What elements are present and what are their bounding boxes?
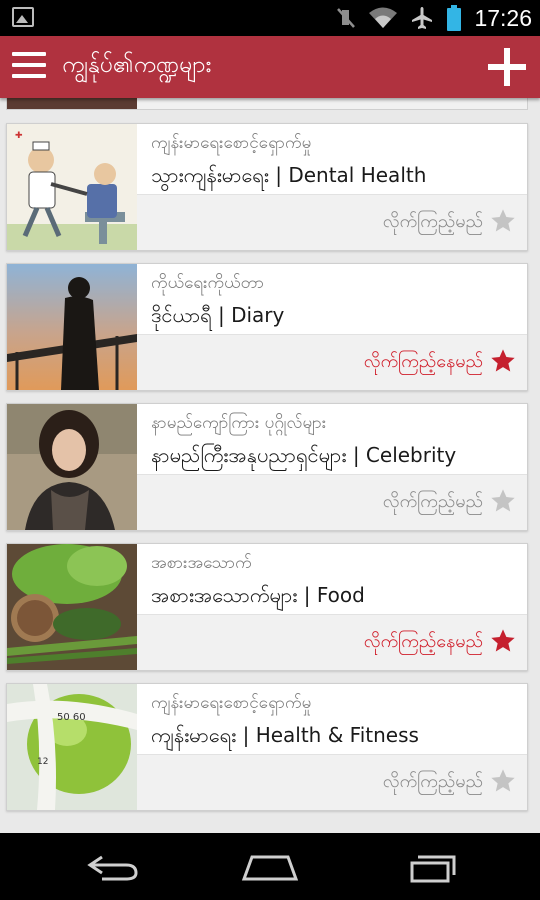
category-label: နာမည်ကျော်ကြား ပုဂ္ဂိုလ်များ: [151, 413, 327, 433]
svg-text:✚: ✚: [15, 131, 23, 141]
following-button[interactable]: လိုက်ကြည့်နေမည်: [364, 349, 483, 376]
silhouette-phone-image: [7, 264, 137, 390]
list-item[interactable]: အစားအသောက် အစားအသောက်များ | Food လိုက်ကြ…: [6, 543, 528, 671]
card-title: ဒိုင်ယာရီ | Diary: [151, 303, 285, 327]
list-item[interactable]: 50 60 12 ကျန်းမာရေးစောင့်ရှောက်မှု ကျန်း…: [6, 683, 528, 811]
card-title: ကျန်းမာရေး | Health & Fitness: [151, 723, 419, 747]
follow-button[interactable]: လိုက်ကြည့်မည်: [383, 769, 483, 796]
airplane-icon: [412, 7, 433, 29]
category-list[interactable]: ✚ ကျန်းမာရေးစောင့်ရှောက်မှု သွားကျန်းမာရ…: [0, 98, 540, 833]
list-item[interactable]: ✚ ကျန်းမာရေးစောင့်ရှောက်မှု သွားကျန်းမာရ…: [6, 123, 528, 251]
card-title: အစားအသောက်များ | Food: [151, 583, 365, 607]
card-footer: လိုက်ကြည့်နေမည်: [137, 334, 527, 390]
hamburger-menu-icon[interactable]: [12, 52, 46, 82]
follow-button[interactable]: လိုက်ကြည့်မည်: [383, 209, 483, 236]
image-icon: [12, 7, 34, 27]
svg-text:12: 12: [37, 757, 48, 767]
dentist-cartoon-image: ✚: [7, 124, 137, 250]
category-label: ကျန်းမာရေးစောင့်ရှောက်မှု: [151, 693, 312, 713]
star-filled-icon[interactable]: [489, 627, 517, 655]
card-title: နာမည်ကြီးအနုပညာရှင်များ | Celebrity: [151, 443, 457, 467]
card-footer: လိုက်ကြည့်မည်: [137, 194, 527, 250]
category-label: အစားအသောက်: [151, 553, 252, 573]
status-bar: 17:26: [0, 0, 540, 36]
list-item[interactable]: နာမည်ကျော်ကြား ပုဂ္ဂိုလ်များ နာမည်ကြီးအန…: [6, 403, 528, 531]
page-title: ကျွန်ုပ်၏ကဏ္ဍများ: [62, 52, 212, 78]
category-label: ကိုယ်ရေးကိုယ်တာ: [151, 273, 265, 293]
list-item[interactable]: ကိုယ်ရေးကိုယ်တာ ဒိုင်ယာရီ | Diary လိုက်က…: [6, 263, 528, 391]
star-icon[interactable]: [489, 487, 517, 515]
thumbnail-partial: [7, 98, 137, 109]
celebrity-portrait-image: [7, 404, 137, 530]
plus-icon[interactable]: [488, 48, 526, 86]
back-icon[interactable]: [82, 851, 142, 883]
card-footer: လိုက်ကြည့်နေမည်: [137, 614, 527, 670]
follow-button[interactable]: လိုက်ကြည့်မည်: [383, 489, 483, 516]
wifi-icon: [369, 7, 398, 28]
home-icon[interactable]: [240, 851, 300, 883]
card-title: သွားကျန်းမာရေး | Dental Health: [151, 163, 427, 187]
star-icon[interactable]: [489, 767, 517, 795]
svg-text:50 60: 50 60: [57, 712, 86, 723]
clock: 17:26: [474, 4, 532, 31]
card-footer: လိုက်ကြည့်မည်: [137, 474, 527, 530]
star-filled-icon[interactable]: [489, 347, 517, 375]
card-footer: လိုက်ကြည့်မည်: [137, 754, 527, 810]
mute-icon: [337, 8, 356, 28]
battery-icon: [447, 5, 462, 31]
recent-apps-icon[interactable]: [398, 851, 458, 883]
navigation-bar: [0, 833, 540, 900]
list-item-partial[interactable]: [6, 98, 528, 110]
following-button[interactable]: လိုက်ကြည့်နေမည်: [364, 629, 483, 656]
app-bar: ကျွန်ုပ်၏ကဏ္ဍများ: [0, 36, 540, 98]
apple-tape-measure-image: 50 60 12: [7, 684, 137, 810]
category-label: ကျန်းမာရေးစောင့်ရှောက်မှု: [151, 133, 312, 153]
vegetables-image: [7, 544, 137, 670]
star-icon[interactable]: [489, 207, 517, 235]
